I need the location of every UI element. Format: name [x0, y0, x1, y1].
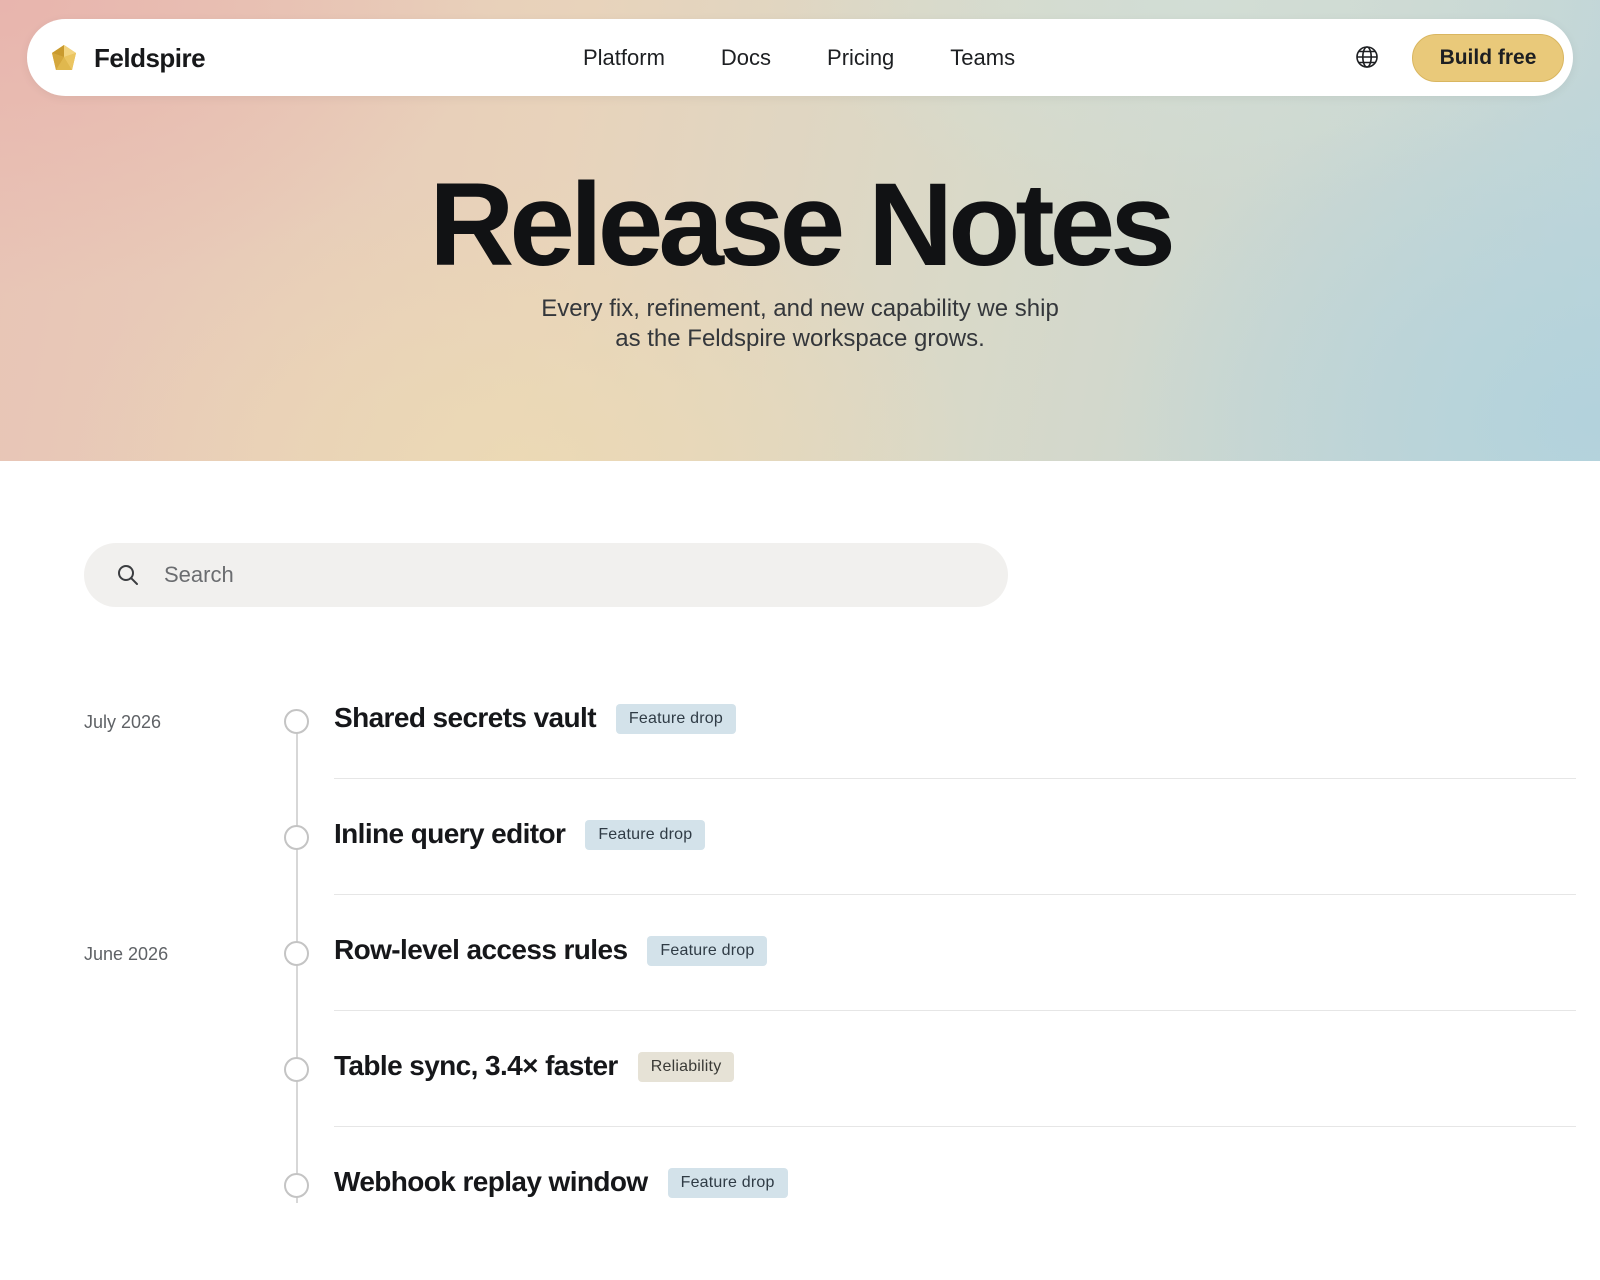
nav-links: Platform Docs Pricing Teams: [583, 19, 1015, 96]
tag-badge: Reliability: [637, 1052, 735, 1082]
release-entry: Table sync, 3.4× faster Reliability: [0, 1048, 1600, 1164]
globe-icon[interactable]: [1355, 45, 1379, 69]
entry-divider: [334, 778, 1576, 779]
nav-link-teams[interactable]: Teams: [950, 45, 1015, 71]
nav-link-platform[interactable]: Platform: [583, 45, 665, 71]
entry-divider: [334, 894, 1576, 895]
entry-title-text: Shared secrets vault: [334, 702, 597, 733]
search-icon: [118, 565, 138, 585]
tag-badge: Feature drop: [615, 704, 736, 734]
entry-divider: [334, 1126, 1576, 1127]
subtitle-line-2: as the Feldspire workspace grows.: [615, 325, 985, 352]
top-navbar: Feldspire Platform Docs Pricing Teams Bu…: [27, 19, 1573, 96]
page-title: Release Notes: [429, 159, 1176, 291]
entry-title-text: Webhook replay window: [334, 1166, 648, 1197]
entry-title-text: Row-level access rules: [334, 934, 628, 965]
brand-name: Feldspire: [94, 42, 206, 73]
release-entry: Webhook replay window Feature drop: [0, 1164, 1600, 1280]
brand[interactable]: Feldspire: [49, 41, 206, 75]
page-subtitle: Every fix, refinement, and new capabilit…: [500, 294, 1100, 354]
timeline-dot: [284, 709, 309, 734]
tag-badge: Feature drop: [585, 820, 706, 850]
release-entry: July 2026 Shared secrets vault Feature dr…: [0, 700, 1600, 816]
nav-link-docs[interactable]: Docs: [721, 45, 771, 71]
entry-title[interactable]: Table sync, 3.4× faster Reliability: [334, 1050, 735, 1082]
entry-date: June 2026: [84, 944, 169, 964]
tag-badge: Feature drop: [647, 936, 768, 966]
entry-title[interactable]: Webhook replay window Feature drop: [334, 1166, 788, 1198]
entry-title[interactable]: Row-level access rules Feature drop: [334, 934, 768, 966]
tag-badge: Feature drop: [667, 1168, 788, 1198]
timeline-dot: [284, 825, 309, 850]
search-bar[interactable]: [84, 543, 1008, 607]
search-input[interactable]: [162, 543, 982, 607]
hero-banner: Feldspire Platform Docs Pricing Teams Bu…: [0, 0, 1600, 461]
entry-title-text: Inline query editor: [334, 818, 566, 849]
entry-divider: [334, 1010, 1576, 1011]
release-entry: June 2026 Row-level access rules Feature …: [0, 932, 1600, 1048]
release-entry: Inline query editor Feature drop: [0, 816, 1600, 932]
nav-link-pricing[interactable]: Pricing: [827, 45, 894, 71]
build-free-button[interactable]: Build free: [1412, 34, 1564, 82]
entry-title[interactable]: Inline query editor Feature drop: [334, 818, 706, 850]
timeline-dot: [284, 1173, 309, 1198]
entry-title[interactable]: Shared secrets vault Feature drop: [334, 702, 736, 734]
timeline-dot: [284, 941, 309, 966]
timeline-dot: [284, 1057, 309, 1082]
entry-title-text: Table sync, 3.4× faster: [334, 1050, 618, 1081]
subtitle-line-1: Every fix, refinement, and new capabilit…: [541, 295, 1059, 322]
gem-icon: [52, 45, 76, 70]
entry-date: July 2026: [84, 712, 162, 732]
